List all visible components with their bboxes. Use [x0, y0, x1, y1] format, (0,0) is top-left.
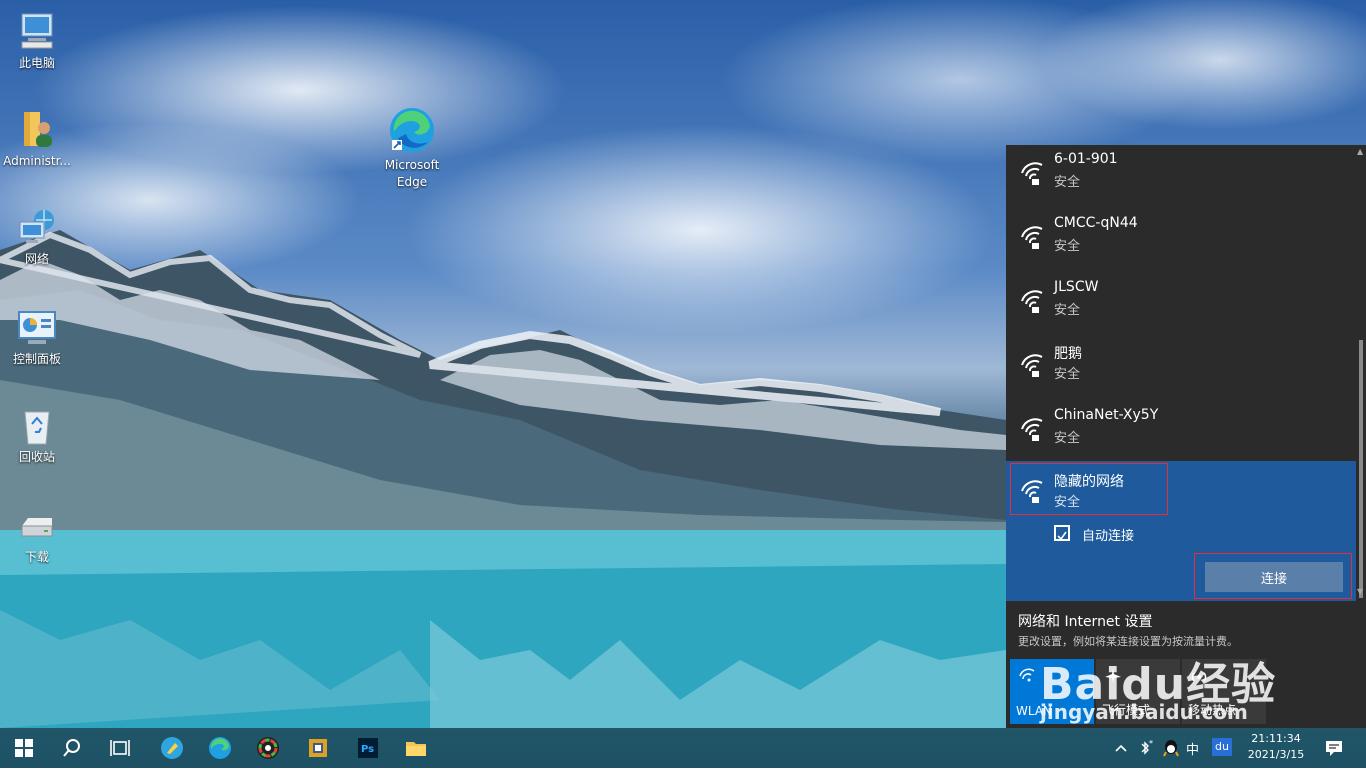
desktop-icon-administrator[interactable]: Administr...: [0, 108, 74, 170]
desktop-icon-recycle-bin[interactable]: 回收站: [0, 404, 74, 466]
drive-icon: [16, 504, 58, 546]
photoshop-icon[interactable]: Ps: [356, 736, 380, 760]
archive-app-icon[interactable]: [306, 736, 330, 760]
scroll-up-icon[interactable]: ▲: [1357, 147, 1363, 156]
network-ssid: 6-01-901: [1054, 151, 1118, 167]
network-item-selected[interactable]: 隐藏的网络 安全 自动连接 连接: [1006, 461, 1356, 601]
taskbar-clock[interactable]: 21:11:34 2021/3/15: [1236, 731, 1316, 763]
desktop-icon-label: 此电脑: [18, 56, 55, 70]
desktop-icon-edge[interactable]: Microsoft Edge: [375, 106, 449, 191]
clock-date: 2021/3/15: [1247, 748, 1305, 761]
desktop-icon-download[interactable]: 下载: [0, 504, 74, 566]
scrollbar-thumb[interactable]: [1359, 340, 1363, 598]
desktop-icon-label: Administr...: [3, 154, 71, 168]
chevron-up-icon[interactable]: [1114, 736, 1128, 760]
bluetooth-tray-icon[interactable]: *: [1136, 736, 1156, 760]
windows-start-icon[interactable]: [12, 736, 36, 760]
network-item[interactable]: CMCC-qN44 安全: [1006, 209, 1356, 273]
network-item[interactable]: JLSCW 安全: [1006, 273, 1356, 337]
network-settings-subtitle: 更改设置，例如将某连接设置为按流量计费。: [1018, 635, 1238, 648]
connect-button[interactable]: 连接: [1205, 562, 1343, 592]
desktop-icon-control-panel[interactable]: 控制面板: [0, 306, 74, 368]
network-ssid: 肥鹅: [1054, 346, 1082, 362]
network-security: 安全: [1054, 303, 1081, 318]
wifi-secured-icon: [1021, 226, 1043, 249]
edge-taskbar-icon[interactable]: [208, 736, 232, 760]
network-ssid: 隐藏的网络: [1054, 474, 1124, 490]
network-item[interactable]: 肥鹅 安全: [1006, 337, 1356, 401]
wifi-secured-icon: [1021, 354, 1043, 377]
svg-text:Ps: Ps: [361, 744, 374, 755]
auto-connect-label: 自动连接: [1082, 529, 1135, 544]
network-ssid: CMCC-qN44: [1054, 215, 1138, 231]
desktop-icon-label: 网络: [24, 252, 49, 266]
ime-indicator[interactable]: 中: [1186, 739, 1199, 779]
network-settings-link[interactable]: 网络和 Internet 设置: [1018, 611, 1153, 631]
network-item[interactable]: 6-01-901 安全: [1006, 145, 1356, 209]
flyout-scrollbar[interactable]: ▲ ▼: [1356, 145, 1366, 601]
computer-icon: [16, 10, 58, 52]
desktop-icon-this-pc[interactable]: 此电脑: [0, 10, 74, 72]
svg-text:*: *: [1149, 739, 1153, 748]
desktop-icon-label: Microsoft Edge: [384, 158, 440, 189]
task-view-icon[interactable]: [108, 736, 132, 760]
pencil-app-icon[interactable]: [160, 736, 184, 760]
checkmark-icon: [1057, 531, 1067, 541]
network-security: 安全: [1054, 367, 1081, 382]
network-ssid: ChinaNet-Xy5Y: [1054, 407, 1159, 423]
network-security: 安全: [1054, 495, 1081, 510]
network-security: 安全: [1054, 431, 1081, 446]
search-icon[interactable]: [60, 736, 84, 760]
network-security: 安全: [1054, 175, 1081, 190]
network-flyout: 6-01-901 安全 CMCC-qN44 安全 JLSCW 安全 肥鹅 安全 …: [1006, 145, 1366, 728]
network-ssid: JLSCW: [1054, 279, 1099, 295]
file-explorer-icon[interactable]: [404, 736, 428, 760]
edge-icon: [388, 106, 436, 154]
control-panel-icon: [16, 306, 58, 348]
wifi-secured-icon: [1021, 418, 1043, 441]
desktop-icon-label: 回收站: [18, 450, 55, 464]
wifi-secured-icon: [1021, 290, 1043, 313]
baidu-input-icon[interactable]: du: [1212, 738, 1232, 756]
notification-center-icon[interactable]: [1322, 736, 1346, 760]
desktop-icon-label: 控制面板: [12, 352, 61, 366]
desktop-icon-label: 下载: [24, 550, 49, 564]
connect-highlight-box: 连接: [1194, 553, 1352, 599]
network-icon: [16, 206, 58, 248]
watermark-url: jingyan.baidu.com: [1040, 700, 1248, 724]
scroll-down-icon[interactable]: ▼: [1357, 587, 1363, 596]
wifi-icon: [1019, 668, 1035, 682]
network-item[interactable]: ChinaNet-Xy5Y 安全: [1006, 401, 1356, 465]
color-wheel-app-icon[interactable]: [256, 736, 280, 760]
qq-penguin-icon[interactable]: [1160, 736, 1182, 760]
wifi-secured-icon: [1021, 480, 1043, 503]
recycle-bin-icon: [16, 404, 58, 446]
desktop-icon-network[interactable]: 网络: [0, 206, 74, 268]
auto-connect-checkbox[interactable]: [1054, 525, 1070, 541]
user-folder-icon: [16, 108, 58, 150]
wifi-secured-icon: [1021, 162, 1043, 185]
network-security: 安全: [1054, 239, 1081, 254]
clock-time: 21:11:34: [1251, 732, 1301, 745]
taskbar: Ps * 中 du 21:11:34 2021/3/15: [0, 728, 1366, 768]
